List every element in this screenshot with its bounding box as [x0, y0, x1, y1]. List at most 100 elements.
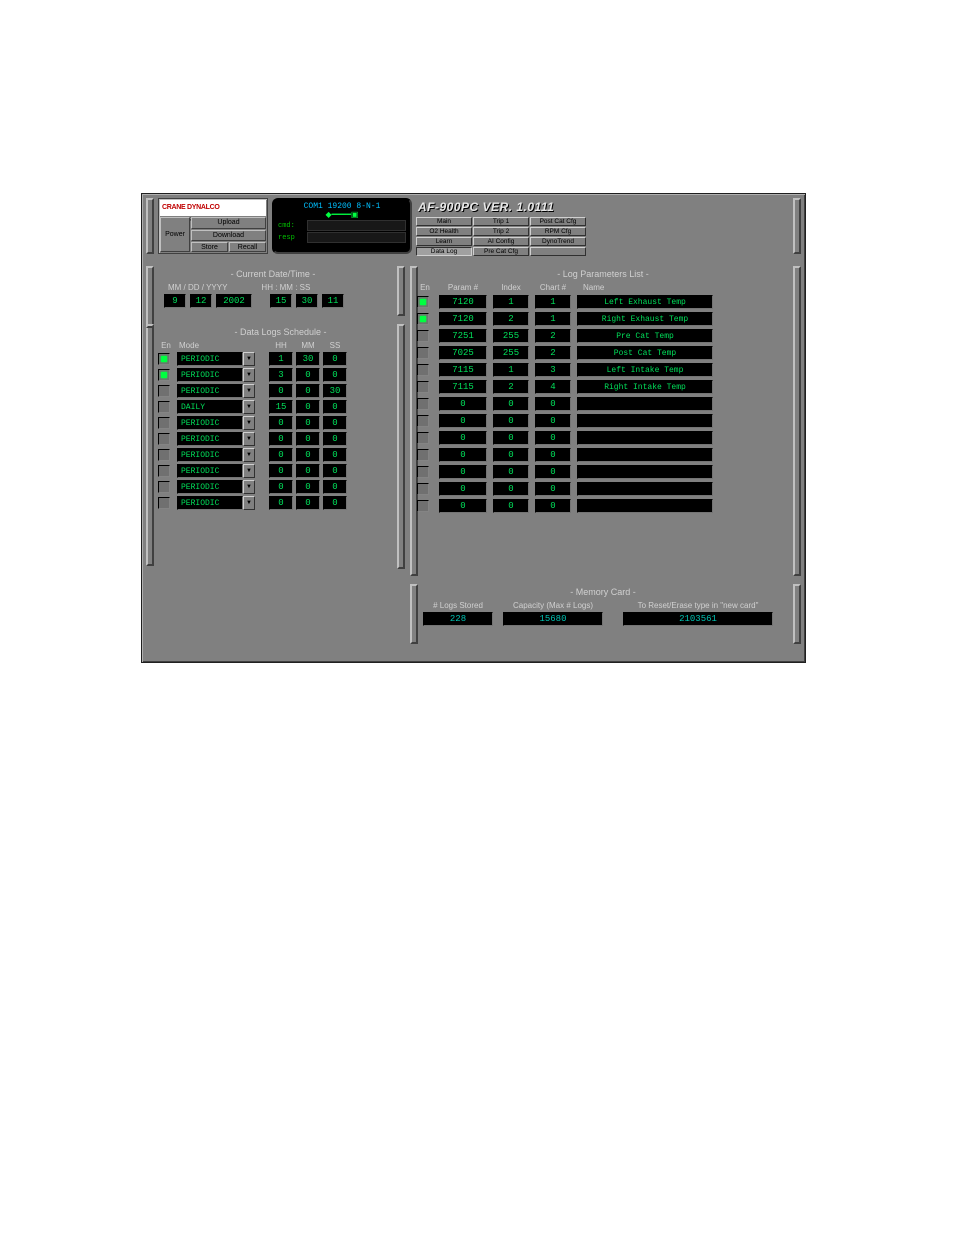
params-param-field[interactable]: 0	[439, 431, 487, 445]
date-yyyy-field[interactable]: 2002	[216, 294, 252, 308]
chevron-down-icon[interactable]: ▼	[243, 464, 255, 478]
params-param-field[interactable]: 0	[439, 397, 487, 411]
params-chart-field[interactable]: 0	[535, 499, 571, 513]
tab-post-cat-cfg[interactable]: Post Cat Cfg	[530, 217, 586, 226]
schedule-mm-field[interactable]: 0	[296, 480, 320, 494]
recall-button[interactable]: Recall	[229, 242, 266, 252]
chevron-down-icon[interactable]: ▼	[243, 384, 255, 398]
download-button[interactable]: Download	[191, 230, 266, 242]
params-param-field[interactable]: 7115	[439, 363, 487, 377]
params-enable-checkbox[interactable]	[417, 483, 429, 495]
params-enable-checkbox[interactable]	[417, 449, 429, 461]
params-index-field[interactable]: 0	[493, 465, 529, 479]
schedule-mm-field[interactable]: 0	[296, 496, 320, 510]
params-chart-field[interactable]: 2	[535, 346, 571, 360]
params-enable-checkbox[interactable]	[417, 347, 429, 359]
params-index-field[interactable]: 0	[493, 482, 529, 496]
schedule-mode-dropdown[interactable]: PERIODIC▼	[177, 464, 255, 478]
params-name-field[interactable]	[577, 431, 713, 445]
schedule-mode-dropdown[interactable]: PERIODIC▼	[177, 352, 255, 366]
schedule-enable-checkbox[interactable]	[158, 401, 170, 413]
schedule-mode-dropdown[interactable]: PERIODIC▼	[177, 448, 255, 462]
params-chart-field[interactable]: 0	[535, 397, 571, 411]
params-enable-checkbox[interactable]	[417, 398, 429, 410]
schedule-enable-checkbox[interactable]	[158, 417, 170, 429]
schedule-hh-field[interactable]: 1	[269, 352, 293, 366]
params-name-field[interactable]	[577, 414, 713, 428]
chevron-down-icon[interactable]: ▼	[243, 448, 255, 462]
params-chart-field[interactable]: 4	[535, 380, 571, 394]
schedule-mm-field[interactable]: 0	[296, 416, 320, 430]
date-mm-field[interactable]: 9	[164, 294, 186, 308]
chevron-down-icon[interactable]: ▼	[243, 352, 255, 366]
params-index-field[interactable]: 1	[493, 295, 529, 309]
schedule-enable-checkbox[interactable]	[158, 449, 170, 461]
date-dd-field[interactable]: 12	[190, 294, 212, 308]
schedule-ss-field[interactable]: 0	[323, 448, 347, 462]
params-index-field[interactable]: 0	[493, 431, 529, 445]
schedule-mode-dropdown[interactable]: PERIODIC▼	[177, 480, 255, 494]
schedule-ss-field[interactable]: 0	[323, 416, 347, 430]
params-index-field[interactable]: 0	[493, 414, 529, 428]
schedule-ss-field[interactable]: 0	[323, 464, 347, 478]
params-index-field[interactable]: 0	[493, 397, 529, 411]
params-name-field[interactable]: Right Intake Temp	[577, 380, 713, 394]
schedule-mm-field[interactable]: 0	[296, 400, 320, 414]
tab-pre-cat-cfg[interactable]: Pre Cat Cfg	[473, 247, 529, 256]
schedule-mm-field[interactable]: 0	[296, 368, 320, 382]
schedule-mode-dropdown[interactable]: PERIODIC▼	[177, 368, 255, 382]
schedule-hh-field[interactable]: 0	[269, 480, 293, 494]
chevron-down-icon[interactable]: ▼	[243, 368, 255, 382]
params-param-field[interactable]: 0	[439, 465, 487, 479]
tab-trip-2[interactable]: Trip 2	[473, 227, 529, 236]
params-param-field[interactable]: 0	[439, 499, 487, 513]
tab-dynotrend[interactable]: DynoTrend	[530, 237, 586, 246]
tab-data-log[interactable]: Data Log	[416, 247, 472, 256]
schedule-mm-field[interactable]: 0	[296, 448, 320, 462]
schedule-ss-field[interactable]: 0	[323, 496, 347, 510]
params-enable-checkbox[interactable]	[417, 364, 429, 376]
time-ss-field[interactable]: 11	[322, 294, 344, 308]
params-index-field[interactable]: 2	[493, 380, 529, 394]
params-chart-field[interactable]: 2	[535, 329, 571, 343]
params-index-field[interactable]: 0	[493, 448, 529, 462]
schedule-mm-field[interactable]: 30	[296, 352, 320, 366]
params-param-field[interactable]: 0	[439, 414, 487, 428]
chevron-down-icon[interactable]: ▼	[243, 480, 255, 494]
params-name-field[interactable]	[577, 397, 713, 411]
params-index-field[interactable]: 0	[493, 499, 529, 513]
params-index-field[interactable]: 1	[493, 363, 529, 377]
chevron-down-icon[interactable]: ▼	[243, 432, 255, 446]
schedule-ss-field[interactable]: 0	[323, 400, 347, 414]
params-name-field[interactable]: Left Intake Temp	[577, 363, 713, 377]
schedule-hh-field[interactable]: 0	[269, 432, 293, 446]
params-chart-field[interactable]: 0	[535, 414, 571, 428]
params-param-field[interactable]: 0	[439, 482, 487, 496]
params-enable-checkbox[interactable]	[417, 466, 429, 478]
params-param-field[interactable]: 7115	[439, 380, 487, 394]
schedule-mode-dropdown[interactable]: PERIODIC▼	[177, 384, 255, 398]
params-enable-checkbox[interactable]	[417, 381, 429, 393]
params-enable-checkbox[interactable]	[417, 500, 429, 512]
schedule-enable-checkbox[interactable]	[158, 369, 170, 381]
schedule-ss-field[interactable]: 0	[323, 368, 347, 382]
tab-trip-1[interactable]: Trip 1	[473, 217, 529, 226]
schedule-hh-field[interactable]: 15	[269, 400, 293, 414]
params-param-field[interactable]: 7120	[439, 312, 487, 326]
schedule-mm-field[interactable]: 0	[296, 432, 320, 446]
schedule-enable-checkbox[interactable]	[158, 465, 170, 477]
chevron-down-icon[interactable]: ▼	[243, 496, 255, 510]
schedule-hh-field[interactable]: 3	[269, 368, 293, 382]
params-chart-field[interactable]: 1	[535, 312, 571, 326]
params-param-field[interactable]: 0	[439, 448, 487, 462]
params-enable-checkbox[interactable]	[417, 415, 429, 427]
schedule-mode-dropdown[interactable]: PERIODIC▼	[177, 496, 255, 510]
schedule-enable-checkbox[interactable]	[158, 481, 170, 493]
params-name-field[interactable]	[577, 465, 713, 479]
params-enable-checkbox[interactable]	[417, 296, 429, 308]
params-enable-checkbox[interactable]	[417, 432, 429, 444]
time-mm-field[interactable]: 30	[296, 294, 318, 308]
params-name-field[interactable]	[577, 448, 713, 462]
store-button[interactable]: Store	[191, 242, 228, 252]
schedule-hh-field[interactable]: 0	[269, 416, 293, 430]
